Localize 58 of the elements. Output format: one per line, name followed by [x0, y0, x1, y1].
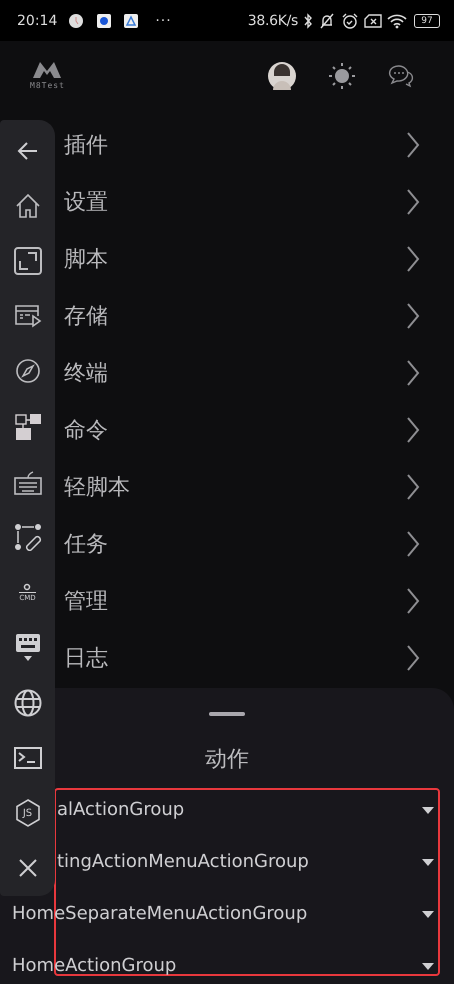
battery-indicator: 97	[414, 14, 440, 28]
dropdown-arrow-icon	[422, 858, 434, 866]
menu-item[interactable]: 插件	[55, 116, 454, 173]
chevron-right-icon	[406, 130, 420, 158]
globe-icon[interactable]	[14, 688, 42, 717]
keyboard-hide-icon[interactable]	[16, 634, 40, 662]
dropdown-arrow-icon	[422, 806, 434, 814]
muted-bell-icon	[318, 12, 336, 30]
sheet-title: 动作	[204, 746, 250, 774]
menu-item[interactable]: 命令	[55, 401, 454, 458]
menu-item[interactable]: 设置	[55, 173, 454, 230]
theme-sun-icon[interactable]	[328, 62, 356, 90]
link-nodes-icon[interactable]	[14, 523, 42, 552]
chevron-right-icon	[406, 416, 420, 444]
chevron-right-icon	[406, 302, 420, 330]
keyboard-icon[interactable]	[14, 468, 42, 495]
screen-play-icon[interactable]	[14, 304, 42, 328]
dropdown[interactable]: alActionGroup	[55, 784, 454, 836]
app-icon	[124, 14, 138, 28]
drag-handle[interactable]	[209, 712, 245, 716]
menu-item[interactable]: 脚本	[55, 230, 454, 287]
network-speed: 38.6K/s	[248, 12, 298, 28]
bluetooth-icon	[303, 12, 313, 28]
compass-icon[interactable]	[14, 358, 40, 384]
menu-item[interactable]: 终端	[55, 344, 454, 401]
dropdown-arrow-icon	[422, 962, 434, 970]
menu-item[interactable]: 日志	[55, 629, 454, 686]
chat-icon[interactable]	[388, 62, 414, 88]
dropdown-arrow-icon	[422, 910, 434, 918]
status-time: 20:14	[17, 12, 58, 28]
chevron-right-icon	[406, 358, 420, 386]
chevron-right-icon	[406, 244, 420, 272]
sim-card-icon	[364, 12, 382, 28]
fullscreen-icon[interactable]	[14, 247, 42, 276]
clock-icon	[68, 12, 84, 28]
chevron-right-icon	[406, 586, 420, 614]
alarm-icon	[341, 12, 359, 30]
avatar[interactable]	[268, 62, 296, 90]
menu-item[interactable]: 任务	[55, 515, 454, 572]
menu-item[interactable]: 轻脚本	[55, 458, 454, 515]
menu-item[interactable]: 管理	[55, 572, 454, 629]
terminal-icon[interactable]	[14, 747, 42, 770]
dropdown[interactable]: tingActionMenuActionGroup	[55, 836, 454, 888]
nodejs-icon[interactable]: JS	[16, 799, 40, 828]
logo-text: M8Test	[30, 80, 65, 90]
home-icon[interactable]	[14, 192, 40, 219]
more-notifications: ···	[155, 12, 172, 28]
blocks-icon[interactable]	[14, 414, 40, 440]
wifi-icon	[387, 12, 407, 28]
app-icon	[97, 14, 112, 28]
chevron-right-icon	[406, 472, 420, 500]
chevron-right-icon	[406, 644, 420, 672]
back-arrow-icon[interactable]	[16, 140, 38, 162]
chevron-right-icon	[406, 188, 420, 216]
chevron-right-icon	[406, 530, 420, 558]
menu-item[interactable]: 存储	[55, 287, 454, 344]
logo-icon	[33, 62, 62, 78]
close-icon[interactable]	[18, 858, 38, 878]
